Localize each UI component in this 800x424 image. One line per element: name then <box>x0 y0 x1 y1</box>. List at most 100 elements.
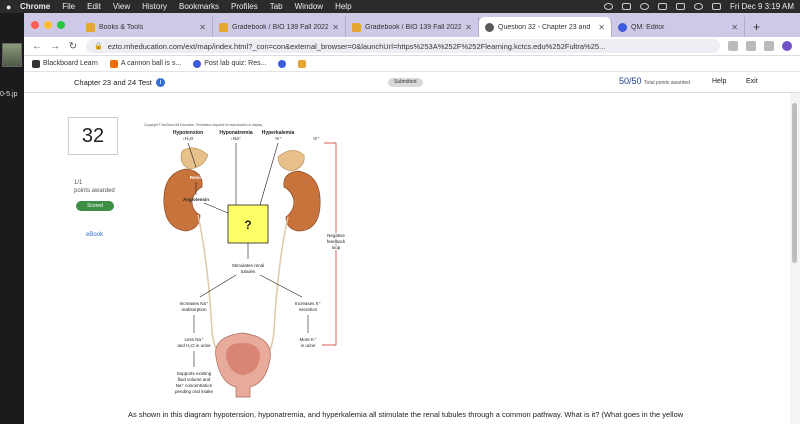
exit-link[interactable]: Exit <box>746 78 758 85</box>
test-title: Chapter 23 and 24 Test <box>74 77 152 87</box>
arrow-to-na-reabsorption <box>199 274 237 298</box>
bookmark-extra-2[interactable] <box>298 59 307 68</box>
zoom-window-button[interactable] <box>57 21 65 29</box>
battery-icon[interactable] <box>675 3 685 10</box>
submitted-badge: Submitted <box>388 78 423 87</box>
back-arrow-icon[interactable]: ← <box>32 41 42 52</box>
gradebook-icon <box>352 22 361 32</box>
bookmarks-bar: Blackboard Learn A cannon ball is s... P… <box>24 56 800 72</box>
desktop-file-thumbnail[interactable] <box>2 43 22 67</box>
page-scrollbar[interactable] <box>790 93 800 424</box>
tab-question-32[interactable]: Question 32 - Chapter 23 and ✕ <box>479 17 612 37</box>
control-center-icon[interactable] <box>711 3 721 10</box>
forward-arrow-icon[interactable]: → <box>50 41 60 52</box>
scrollbar-thumb[interactable] <box>792 103 797 263</box>
scored-badge[interactable]: Scored <box>76 201 114 211</box>
tab-gradebook-2[interactable]: Gradebook / BIO 139 Fall 2022 ✕ <box>346 17 479 37</box>
question-number: 32 <box>68 117 118 155</box>
globe-icon <box>485 22 494 32</box>
menu-bookmarks[interactable]: Bookmarks <box>179 2 219 11</box>
menu-window[interactable]: Window <box>295 2 323 11</box>
tab-qm-editor[interactable]: QM: Editor ✕ <box>612 17 745 37</box>
close-icon[interactable]: ✕ <box>332 23 339 32</box>
label-more-k-2: in urine <box>301 343 316 348</box>
label-feedback-2: feedback <box>327 239 346 244</box>
points-value: 1/1 <box>74 180 83 186</box>
total-score: 50/50 Total points awarded <box>619 76 690 86</box>
menu-file[interactable]: File <box>62 2 75 11</box>
label-high-potassium: ↑K⁺ <box>312 136 320 141</box>
quizlet-icon <box>193 59 202 68</box>
unknown-hormone-label: ? <box>244 218 251 232</box>
label-hyperkalemia-sub: ↑K⁺ <box>274 136 282 141</box>
menu-view[interactable]: View <box>113 2 130 11</box>
label-more-k-1: More K⁺ <box>300 337 318 342</box>
apple-icon[interactable]: ● <box>6 2 20 12</box>
tab-books-tools[interactable]: Books & Tools ✕ <box>80 17 213 37</box>
bookmark-blackboard[interactable]: Blackboard Learn <box>32 59 98 68</box>
question-text: As shown in this diagram hypotension, hy… <box>128 410 684 419</box>
reload-icon[interactable]: ↻ <box>68 41 78 52</box>
label-hypotension-sub: ↓H₂O <box>183 136 194 141</box>
minimize-window-button[interactable] <box>44 21 52 29</box>
puzzle-icon[interactable] <box>746 41 756 51</box>
window-controls <box>31 21 65 29</box>
close-icon[interactable]: ✕ <box>465 23 472 32</box>
address-bar[interactable]: 🔒 ezto.mheducation.com/ext/map/index.htm… <box>86 39 720 53</box>
bookmark-label: Post lab quiz: Res... <box>204 60 267 67</box>
menu-history[interactable]: History <box>142 2 167 11</box>
bookmark-extra-1[interactable] <box>278 59 287 68</box>
help-link[interactable]: Help <box>712 78 726 85</box>
desktop-file-label[interactable]: 0-5.jp <box>0 91 18 98</box>
bookmark-label: A cannon ball is s... <box>120 60 182 67</box>
score-value: 50/50 <box>619 76 642 86</box>
profile-avatar-icon[interactable] <box>782 41 792 51</box>
bookmark-post-lab-quiz[interactable]: Post lab quiz: Res... <box>193 59 267 68</box>
close-window-button[interactable] <box>31 21 39 29</box>
label-increase-na-2: reabsorption <box>181 307 207 312</box>
sidebar-icon[interactable] <box>764 41 774 51</box>
tab-title: Gradebook / BIO 139 Fall 2022 <box>365 23 462 31</box>
ebook-link[interactable]: eBook <box>86 232 103 238</box>
label-angiotensin: Angiotensin <box>183 197 209 202</box>
label-less-na-2: and H₂O in urine <box>177 343 211 348</box>
tab-title: Gradebook / BIO 139 Fall 2022 <box>232 23 329 31</box>
focus-icon[interactable] <box>639 3 649 10</box>
close-icon[interactable]: ✕ <box>598 23 605 32</box>
extension-icon[interactable] <box>728 41 738 51</box>
folder-icon <box>298 59 307 68</box>
close-icon[interactable]: ✕ <box>199 23 206 32</box>
bookmark-cannon-ball[interactable]: A cannon ball is s... <box>109 59 182 68</box>
info-icon[interactable]: i <box>155 77 165 87</box>
search-icon[interactable] <box>693 3 703 10</box>
gradebook-icon <box>219 22 228 32</box>
tab-gradebook-1[interactable]: Gradebook / BIO 139 Fall 2022 ✕ <box>213 17 346 37</box>
arrow-hyperkalemia <box>259 142 279 206</box>
right-adrenal-gland <box>277 150 305 172</box>
label-stimulates-1: Stimulates renal <box>232 263 264 268</box>
close-icon[interactable]: ✕ <box>731 23 738 32</box>
arrow-angiotensin-box <box>203 202 229 214</box>
wifi-icon[interactable] <box>621 3 631 10</box>
menu-profiles[interactable]: Profiles <box>231 2 258 11</box>
label-hyponatremia-sub: ↓Na⁺ <box>231 136 242 141</box>
new-tab-button[interactable]: + <box>753 20 760 34</box>
left-adrenal-gland <box>180 147 209 170</box>
tab-title: Books & Tools <box>99 23 144 31</box>
lock-icon[interactable]: 🔒 <box>94 42 103 50</box>
menu-edit[interactable]: Edit <box>87 2 101 11</box>
tab-title: QM: Editor <box>631 23 665 31</box>
renal-pathway-diagram: Copyright © McGraw-Hill Education. Permi… <box>144 123 347 398</box>
label-support-3: Na⁺ concentration <box>176 383 213 388</box>
question-content: 32 1/1 points awarded Scored eBook Copyr… <box>24 93 800 424</box>
menu-app[interactable]: Chrome <box>20 2 50 11</box>
label-increase-na-1: Increases Na⁺ <box>180 301 210 306</box>
record-icon[interactable] <box>603 3 613 10</box>
menubar-clock[interactable]: Fri Dec 9 3:19 AM <box>730 2 794 11</box>
copyright-text: Copyright © McGraw-Hill Education. Permi… <box>144 123 263 127</box>
bookmark-label: Blackboard Learn <box>43 60 98 67</box>
menu-help[interactable]: Help <box>335 2 351 11</box>
bluetooth-icon[interactable] <box>657 3 667 10</box>
menu-tab[interactable]: Tab <box>270 2 283 11</box>
points-awarded: 1/1 points awarded <box>74 179 115 195</box>
